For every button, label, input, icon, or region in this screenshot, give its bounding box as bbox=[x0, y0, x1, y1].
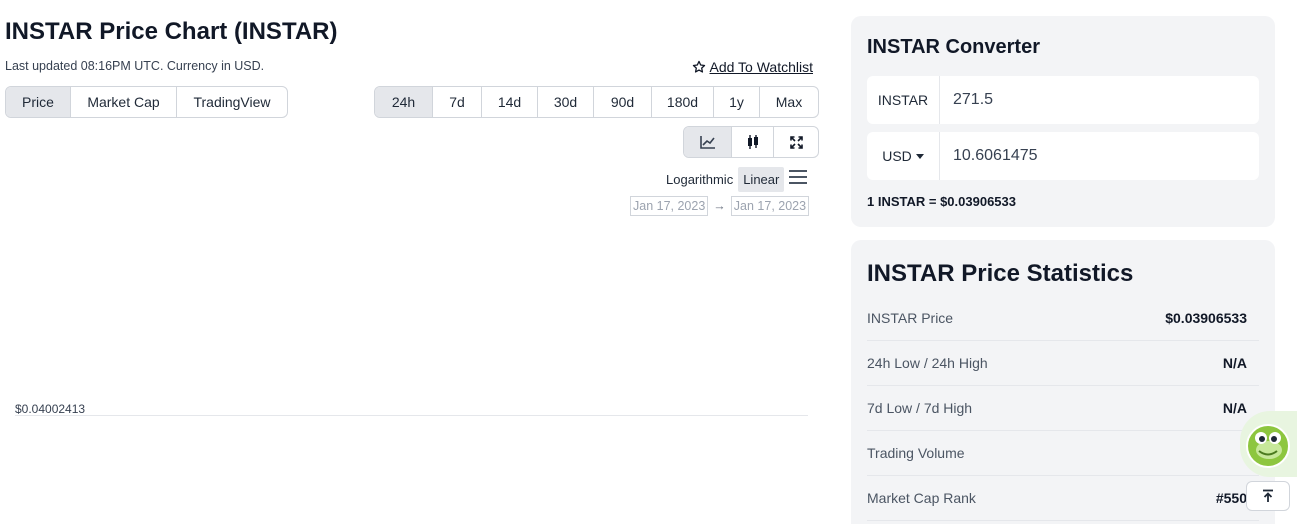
stats-value: #550 bbox=[1215, 490, 1247, 506]
chart-menu-icon[interactable] bbox=[789, 170, 807, 184]
chart-tabs: Price Market Cap TradingView bbox=[5, 86, 288, 118]
range-14d[interactable]: 14d bbox=[481, 87, 537, 117]
range-1y[interactable]: 1y bbox=[713, 87, 759, 117]
fullscreen-icon bbox=[789, 135, 803, 149]
chart-section: INSTAR Price Chart (INSTAR) Last updated… bbox=[5, 0, 820, 524]
range-max[interactable]: Max bbox=[759, 87, 818, 117]
time-range-selector: 24h 7d 14d 30d 90d 180d 1y Max bbox=[374, 86, 819, 118]
range-90d[interactable]: 90d bbox=[593, 87, 651, 117]
stats-label: Trading Volume bbox=[867, 445, 965, 461]
range-24h[interactable]: 24h bbox=[375, 87, 432, 117]
stats-label: INSTAR Price bbox=[867, 310, 954, 326]
mascot-chat-button[interactable] bbox=[1240, 411, 1297, 477]
stats-row: 7d Low / 7d High N/A bbox=[867, 386, 1259, 431]
scroll-to-top-button[interactable] bbox=[1246, 481, 1290, 511]
converter-title: INSTAR Converter bbox=[867, 36, 1040, 58]
date-range: Jan 17, 2023 → Jan 17, 2023 bbox=[630, 196, 810, 216]
price-statistics-card: INSTAR Price Statistics INSTAR Price $0.… bbox=[851, 240, 1275, 524]
fullscreen-button[interactable] bbox=[773, 127, 818, 157]
line-chart-icon bbox=[699, 136, 715, 149]
stats-value: N/A bbox=[1222, 400, 1247, 416]
arrow-up-to-line-icon bbox=[1263, 489, 1273, 502]
to-currency-select[interactable]: USD bbox=[867, 132, 940, 180]
caret-down-icon bbox=[915, 153, 924, 159]
add-to-watchlist-label: Add To Watchlist bbox=[709, 59, 814, 75]
candlestick-button[interactable] bbox=[731, 127, 773, 157]
stats-value: $0.03906533 bbox=[1165, 310, 1247, 326]
line-chart-button[interactable] bbox=[684, 127, 731, 157]
stats-row: Trading Volume - bbox=[867, 431, 1259, 476]
range-30d[interactable]: 30d bbox=[537, 87, 593, 117]
date-arrow: → bbox=[713, 199, 726, 213]
gecko-mascot-icon bbox=[1246, 424, 1290, 468]
scale-linear[interactable]: Linear bbox=[738, 167, 785, 192]
converter-from-row: INSTAR 271.5 bbox=[867, 76, 1259, 124]
date-from-input[interactable]: Jan 17, 2023 bbox=[630, 196, 709, 216]
conversion-rate: 1 INSTAR = $0.03906533 bbox=[867, 194, 1016, 209]
range-7d[interactable]: 7d bbox=[432, 87, 481, 117]
add-to-watchlist-link[interactable]: Add To Watchlist bbox=[692, 59, 814, 75]
page-title: INSTAR Price Chart (INSTAR) bbox=[5, 18, 338, 45]
candlestick-icon bbox=[747, 135, 758, 149]
stats-label: 24h Low / 24h High bbox=[867, 355, 988, 371]
stats-row: 24h Low / 24h High N/A bbox=[867, 341, 1259, 386]
tab-price[interactable]: Price bbox=[6, 87, 70, 117]
scale-toggle: Logarithmic Linear bbox=[661, 167, 785, 192]
last-updated-text: Last updated 08:16PM UTC. Currency in US… bbox=[5, 59, 265, 73]
from-amount-input[interactable]: 271.5 bbox=[940, 76, 1259, 124]
range-180d[interactable]: 180d bbox=[651, 87, 713, 117]
converter-to-row: USD 10.6061475 bbox=[867, 132, 1259, 180]
stats-row: INSTAR Price $0.03906533 bbox=[867, 296, 1259, 341]
chart-gridline bbox=[15, 415, 808, 416]
to-amount-input[interactable]: 10.6061475 bbox=[940, 132, 1259, 180]
tab-tradingview[interactable]: TradingView bbox=[176, 87, 287, 117]
stats-label: Market Cap Rank bbox=[867, 490, 976, 506]
chart-y-label: $0.04002413 bbox=[15, 402, 86, 416]
stats-title: INSTAR Price Statistics bbox=[867, 260, 1134, 287]
scale-logarithmic[interactable]: Logarithmic bbox=[661, 167, 738, 192]
to-currency-label: USD bbox=[882, 148, 912, 164]
star-icon bbox=[692, 60, 705, 73]
tab-market-cap[interactable]: Market Cap bbox=[70, 87, 176, 117]
chart-type-selector bbox=[683, 126, 819, 158]
stats-row: Market Cap Rank #550 bbox=[867, 476, 1259, 521]
stats-value: N/A bbox=[1222, 355, 1247, 371]
from-currency-label: INSTAR bbox=[867, 76, 940, 124]
stats-label: 7d Low / 7d High bbox=[867, 400, 973, 416]
converter-card: INSTAR Converter INSTAR 271.5 USD 10.606… bbox=[851, 16, 1275, 227]
date-to-input[interactable]: Jan 17, 2023 bbox=[730, 196, 810, 216]
